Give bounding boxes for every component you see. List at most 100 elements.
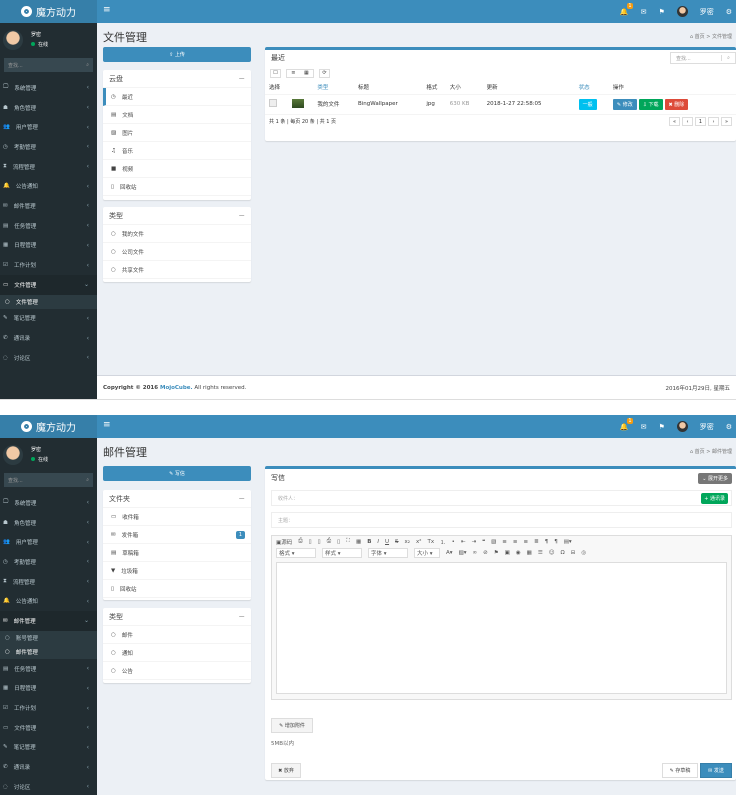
breadcrumb-home[interactable]: 首页 xyxy=(695,449,705,455)
bold-icon[interactable]: B xyxy=(367,539,371,545)
preview-icon[interactable]: ▯ xyxy=(318,539,321,545)
recipient-input[interactable]: 收件人： + 通讯录 xyxy=(271,490,732,506)
download-button[interactable]: ⇩ 下载 xyxy=(638,98,663,110)
sidebar-item[interactable]: ▤ 任务管理 ‹ xyxy=(0,216,97,236)
unlink-icon[interactable]: ⊘ xyxy=(483,550,488,556)
size-select[interactable]: 大小 ▾ xyxy=(414,547,440,558)
blocks-icon[interactable]: ▦ xyxy=(356,539,361,545)
ltr-icon[interactable]: ¶ xyxy=(545,539,549,545)
sidebar-item[interactable]: ✎ 笔记管理 ‹ xyxy=(0,738,97,758)
messages-icon[interactable]: ✉ xyxy=(641,8,647,16)
maximize-icon[interactable]: ⛶ xyxy=(346,538,350,545)
send-button[interactable]: ✉ 发送 xyxy=(700,763,732,778)
strike-icon[interactable]: S xyxy=(395,539,399,545)
notifications-bell-icon[interactable]: 🔔 1 xyxy=(620,2,633,16)
underline-icon[interactable]: U xyxy=(385,539,389,545)
edit-button[interactable]: ✎ 修改 xyxy=(612,98,637,110)
column-header[interactable]: 状态 xyxy=(574,80,609,95)
sidebar-item[interactable]: ○ 文件管理 xyxy=(0,294,97,309)
list-item[interactable]: ▯ 回收站 xyxy=(103,580,251,598)
notifications-bell-icon[interactable]: 🔔 1 xyxy=(620,417,633,431)
brand-link[interactable]: MojoCube. xyxy=(160,385,193,391)
table-icon[interactable]: ▦ xyxy=(527,550,532,556)
grid-icon[interactable]: ▦ xyxy=(304,70,309,76)
list-item[interactable]: ▤ 文档 xyxy=(103,106,251,124)
align-right-icon[interactable]: ≡ xyxy=(523,539,528,545)
rtl-icon[interactable]: ¶ xyxy=(554,539,558,545)
logo[interactable]: 魔方动力 xyxy=(0,0,97,23)
sidebar-item[interactable]: 👥 用户管理 ‹ xyxy=(0,532,97,552)
list-item[interactable]: ○ 邮件 xyxy=(103,626,251,644)
sidebar-item[interactable]: ☗ 角色管理 ‹ xyxy=(0,513,97,533)
settings-icon[interactable]: ⚙ xyxy=(726,8,732,16)
sidebar-item[interactable]: ⧗ 流程管理 ‹ xyxy=(0,157,97,177)
justify-icon[interactable]: ≣ xyxy=(534,539,539,545)
sidebar-item[interactable]: ✆ 通讯录 ‹ xyxy=(0,328,97,348)
refresh-icon[interactable]: ⟳ xyxy=(319,68,330,78)
remove-format-icon[interactable]: Tx xyxy=(427,539,434,545)
sidebar-item[interactable]: ✉ 邮件管理 ⌄ xyxy=(0,611,97,631)
collapse-icon[interactable]: − xyxy=(238,74,245,83)
page-button[interactable]: › xyxy=(708,117,719,126)
list-item[interactable]: ○ 公告 xyxy=(103,662,251,680)
collapse-icon[interactable]: − xyxy=(238,612,245,621)
sidebar-search-input[interactable]: 查找... ⌕ xyxy=(4,58,93,72)
search-icon[interactable]: ⌕ xyxy=(86,62,89,68)
breadcrumb-home[interactable]: 首页 xyxy=(695,34,705,40)
menu-toggle-icon[interactable]: ≡ xyxy=(103,420,111,430)
indent-icon[interactable]: ⇥ xyxy=(471,539,476,545)
list-item[interactable]: ■ 视频 xyxy=(103,160,251,178)
format-select[interactable]: 格式 ▾ xyxy=(276,547,316,558)
sidebar-item[interactable]: ▭ 文件管理 ⌄ xyxy=(0,274,97,295)
sidebar-item[interactable]: 🔔 公告通知 ‹ xyxy=(0,176,97,196)
numbered-list-icon[interactable]: ⒈ xyxy=(440,538,446,546)
user-menu[interactable]: 罗密 xyxy=(700,422,714,432)
save-draft-button[interactable]: ✎ 存草稿 xyxy=(662,763,698,778)
list-icon[interactable]: ≡ xyxy=(291,70,295,76)
flag-icon[interactable]: ⚑ xyxy=(658,8,664,16)
hr-icon[interactable]: ☰ xyxy=(538,550,543,556)
search-icon[interactable]: ⌕ xyxy=(86,477,89,483)
list-item[interactable]: ◷ 最近 xyxy=(103,88,251,106)
pagebreak-icon[interactable]: ⊟ xyxy=(571,550,576,556)
collapse-icon[interactable]: − xyxy=(238,211,245,220)
language-icon[interactable]: ▤▾ xyxy=(564,539,572,545)
list-item[interactable]: ○ 公司文件 xyxy=(103,243,251,261)
sidebar-search-input[interactable]: 查找... ⌕ xyxy=(4,473,93,487)
list-item[interactable]: ▼ 垃圾箱 xyxy=(103,562,251,580)
smiley-icon[interactable]: ☺ xyxy=(549,550,555,556)
iframe-icon[interactable]: ◎ xyxy=(581,550,586,556)
special-char-icon[interactable]: Ω xyxy=(561,550,565,556)
sidebar-item[interactable]: ▦ 日程管理 ‹ xyxy=(0,236,97,256)
list-item[interactable]: ▯ 回收站 xyxy=(103,178,251,196)
sidebar-item[interactable]: ◌ 讨论区 ‹ xyxy=(0,348,97,368)
blockquote-icon[interactable]: ❝ xyxy=(482,539,485,545)
file-search-input[interactable]: 查找... ⌕ xyxy=(670,52,736,64)
bg-color-icon[interactable]: ▨▾ xyxy=(459,550,467,556)
sidebar-item[interactable]: ✆ 通讯录 ‹ xyxy=(0,757,97,777)
address-book-button[interactable]: + 通讯录 xyxy=(701,492,728,504)
source-button[interactable]: ▣源码 xyxy=(276,538,292,546)
user-avatar[interactable] xyxy=(676,6,688,17)
sidebar-item[interactable]: 👥 用户管理 ‹ xyxy=(0,117,97,137)
user-avatar[interactable] xyxy=(676,421,688,432)
page-button[interactable]: 1 xyxy=(695,117,706,126)
sidebar-item[interactable]: ▭ 文件管理 ‹ xyxy=(0,718,97,738)
sidebar-item[interactable]: ✎ 笔记管理 ‹ xyxy=(0,309,97,329)
link-icon[interactable]: ∞ xyxy=(473,550,478,556)
sidebar-item[interactable]: ◷ 考勤管理 ‹ xyxy=(0,552,97,572)
search-icon[interactable]: ⌕ xyxy=(721,55,735,61)
delete-button[interactable]: ✖ 删除 xyxy=(664,98,689,110)
flag-icon[interactable]: ⚑ xyxy=(658,423,664,431)
list-view-toggle[interactable]: ≡ ▦ xyxy=(286,68,314,78)
user-menu[interactable]: 罗密 xyxy=(700,7,714,17)
list-item[interactable]: ▨ 图片 xyxy=(103,124,251,142)
sidebar-item[interactable]: ☗ 角色管理 ‹ xyxy=(0,98,97,118)
list-item[interactable]: ○ 通知 xyxy=(103,644,251,662)
list-item[interactable]: ▭ 收件箱 xyxy=(103,508,251,526)
subject-input[interactable]: 主题： xyxy=(271,512,732,528)
list-item[interactable]: ▤ 草稿箱 xyxy=(103,544,251,562)
logo[interactable]: 魔方动力 xyxy=(0,415,97,438)
sidebar-item[interactable]: ○ 邮件管理 xyxy=(0,644,97,659)
sidebar-item[interactable]: ◌ 讨论区 ‹ xyxy=(0,777,97,795)
